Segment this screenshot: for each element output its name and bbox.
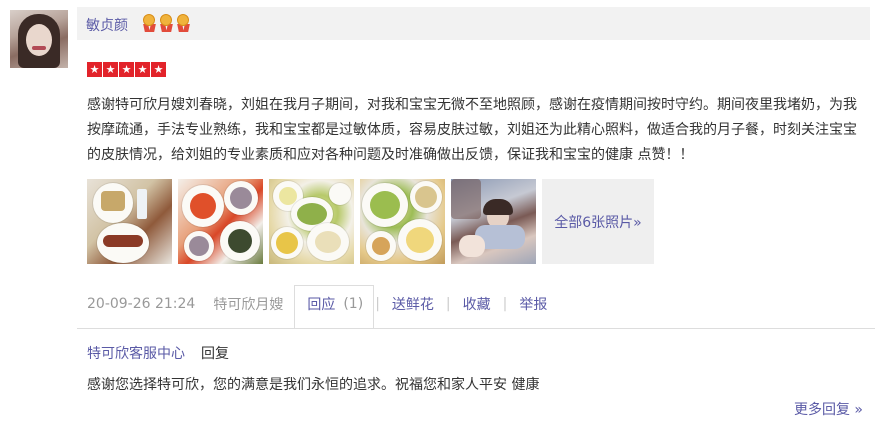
medal-icon bbox=[142, 14, 157, 32]
medal-icon bbox=[159, 14, 174, 32]
star-rating: ★ ★ ★ ★ ★ bbox=[87, 62, 166, 77]
separator: | bbox=[502, 296, 508, 312]
separator: | bbox=[375, 296, 380, 312]
medal-icon bbox=[176, 14, 191, 32]
user-avatar[interactable] bbox=[10, 10, 68, 68]
review-date: 20-09-26 21:24 bbox=[87, 296, 196, 312]
separator: | bbox=[445, 296, 451, 312]
review-photo[interactable] bbox=[360, 179, 445, 264]
review-photo[interactable] bbox=[269, 179, 354, 264]
reply-text: 感谢您选择特可欣，您的满意是我们永恒的追求。祝福您和家人平安 健康 bbox=[87, 377, 540, 393]
favorite-button[interactable]: 收藏 bbox=[463, 294, 491, 314]
reply-header: 特可欣客服中心 回复 bbox=[87, 343, 229, 363]
star-icon: ★ bbox=[151, 62, 166, 77]
all-photos-link[interactable]: 全部6张照片» bbox=[542, 179, 654, 264]
star-icon: ★ bbox=[119, 62, 134, 77]
user-medals bbox=[142, 14, 191, 32]
reply-count: (1) bbox=[343, 296, 364, 312]
divider bbox=[77, 328, 875, 329]
star-icon: ★ bbox=[135, 62, 150, 77]
more-replies-link[interactable]: 更多回复 » bbox=[794, 399, 863, 419]
review-meta: 20-09-26 21:24 特可欣月嫂 回应 (1) | 送鲜花 | 收藏 |… bbox=[87, 294, 547, 314]
user-name-bar: 敏贞颜 bbox=[77, 7, 870, 40]
reply-author-link[interactable]: 特可欣客服中心 bbox=[87, 343, 185, 363]
star-icon: ★ bbox=[103, 62, 118, 77]
photo-strip: 全部6张照片» bbox=[87, 179, 654, 264]
send-flowers-button[interactable]: 送鲜花 bbox=[392, 294, 434, 314]
review-photo[interactable] bbox=[178, 179, 263, 264]
reply-button[interactable]: 回应 bbox=[307, 294, 335, 314]
star-icon: ★ bbox=[87, 62, 102, 77]
user-name-link[interactable]: 敏贞颜 bbox=[86, 15, 128, 35]
report-button[interactable]: 举报 bbox=[519, 294, 547, 314]
review-photo[interactable] bbox=[87, 179, 172, 264]
review-photo[interactable] bbox=[451, 179, 536, 264]
reply-verb: 回复 bbox=[201, 346, 229, 362]
review-source: 特可欣月嫂 bbox=[213, 297, 284, 313]
review-text: 感谢特可欣月嫂刘春晓，刘姐在我月子期间，对我和宝宝无微不至地照顾，感谢在疫情期间… bbox=[87, 97, 857, 163]
